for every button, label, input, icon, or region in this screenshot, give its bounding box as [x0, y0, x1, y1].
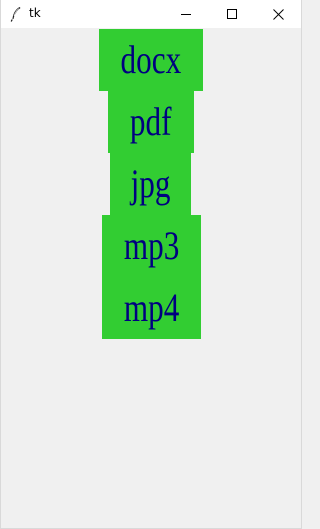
- mp3-button[interactable]: mp3: [102, 215, 201, 277]
- minimize-icon: [181, 14, 191, 15]
- title-bar[interactable]: tk: [1, 0, 301, 28]
- jpg-button-label: jpg: [130, 161, 171, 206]
- jpg-button[interactable]: jpg: [110, 153, 191, 215]
- maximize-button[interactable]: [209, 0, 255, 28]
- window-title: tk: [29, 6, 41, 20]
- mp3-button-label: mp3: [123, 223, 180, 268]
- mp4-button[interactable]: mp4: [102, 277, 201, 339]
- pdf-button[interactable]: pdf: [108, 91, 194, 153]
- minimize-button[interactable]: [163, 0, 209, 28]
- docx-button-label: docx: [120, 37, 182, 82]
- close-button[interactable]: [255, 0, 301, 28]
- feather-icon: [10, 7, 21, 22]
- pdf-button-label: pdf: [130, 99, 172, 144]
- docx-button[interactable]: docx: [99, 29, 203, 91]
- maximize-icon: [227, 9, 237, 19]
- mp4-button-label: mp4: [123, 285, 180, 330]
- close-icon: [272, 8, 284, 20]
- app-window: tk docx pdf jpg mp3 mp4: [0, 0, 302, 529]
